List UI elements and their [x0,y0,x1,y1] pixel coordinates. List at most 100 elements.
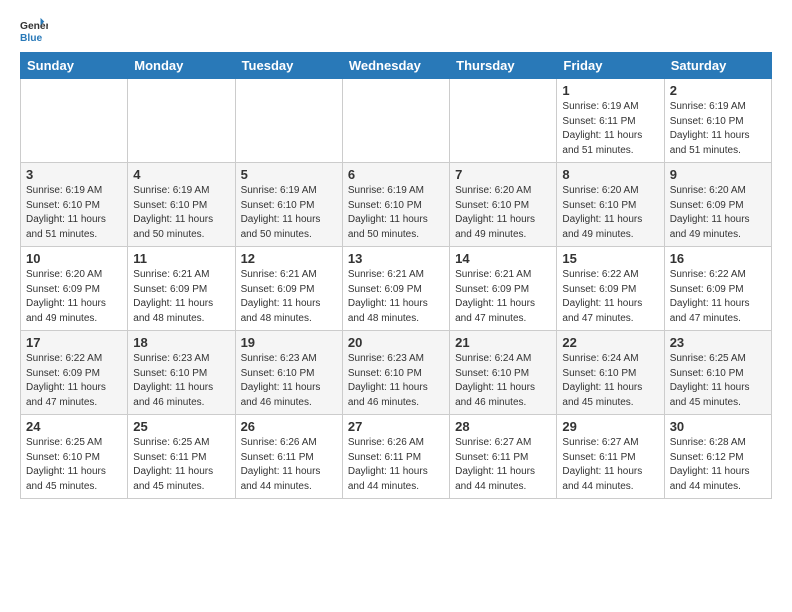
day-info: Sunrise: 6:19 AM Sunset: 6:10 PM Dayligh… [348,184,444,242]
calendar-week-row: 1Sunrise: 6:19 AM Sunset: 6:11 PM Daylig… [21,79,772,163]
day-info: Sunrise: 6:20 AM Sunset: 6:09 PM Dayligh… [670,184,766,242]
day-info: Sunrise: 6:21 AM Sunset: 6:09 PM Dayligh… [133,268,229,326]
day-info: Sunrise: 6:27 AM Sunset: 6:11 PM Dayligh… [562,436,658,494]
day-info: Sunrise: 6:27 AM Sunset: 6:11 PM Dayligh… [455,436,551,494]
calendar-cell: 27 Sunrise: 6:26 AM Sunset: 6:11 PM Dayli… [342,415,449,499]
calendar-cell: 18 Sunrise: 6:23 AM Sunset: 6:10 PM Dayli… [128,331,235,415]
calendar-cell: 24Sunrise: 6:25 AM Sunset: 6:10 PM Dayli… [21,415,128,499]
calendar-cell: 25 Sunrise: 6:25 AM Sunset: 6:11 PM Dayli… [128,415,235,499]
calendar-cell: 5Sunrise: 6:19 AM Sunset: 6:10 PM Daylig… [235,163,342,247]
calendar-cell [21,79,128,163]
calendar-cell: 11 Sunrise: 6:21 AM Sunset: 6:09 PM Dayli… [128,247,235,331]
calendar-cell [235,79,342,163]
day-info: Sunrise: 6:19 AM Sunset: 6:10 PM Dayligh… [26,184,122,242]
day-number: 14 [455,251,551,266]
calendar-cell: 2Sunrise: 6:19 AM Sunset: 6:10 PM Daylig… [664,79,771,163]
day-info: Sunrise: 6:25 AM Sunset: 6:10 PM Dayligh… [670,352,766,410]
day-number: 30 [670,419,766,434]
calendar-cell [450,79,557,163]
calendar-cell: 13 Sunrise: 6:21 AM Sunset: 6:09 PM Dayli… [342,247,449,331]
weekday-header: Friday [557,53,664,79]
day-number: 27 [348,419,444,434]
day-info: Sunrise: 6:25 AM Sunset: 6:11 PM Dayligh… [133,436,229,494]
calendar-cell: 22Sunrise: 6:24 AM Sunset: 6:10 PM Dayli… [557,331,664,415]
day-number: 19 [241,335,337,350]
day-number: 29 [562,419,658,434]
day-info: Sunrise: 6:22 AM Sunset: 6:09 PM Dayligh… [26,352,122,410]
day-number: 15 [562,251,658,266]
calendar-cell: 23 Sunrise: 6:25 AM Sunset: 6:10 PM Dayli… [664,331,771,415]
day-number: 16 [670,251,766,266]
day-number: 13 [348,251,444,266]
calendar-cell: 7 Sunrise: 6:20 AM Sunset: 6:10 PM Daylig… [450,163,557,247]
svg-text:General: General [20,21,48,32]
calendar-cell: 3 Sunrise: 6:19 AM Sunset: 6:10 PM Daylig… [21,163,128,247]
calendar: SundayMondayTuesdayWednesdayThursdayFrid… [20,52,772,499]
weekday-header: Monday [128,53,235,79]
calendar-week-row: 3 Sunrise: 6:19 AM Sunset: 6:10 PM Daylig… [21,163,772,247]
day-number: 18 [133,335,229,350]
calendar-cell: 21 Sunrise: 6:24 AM Sunset: 6:10 PM Dayli… [450,331,557,415]
day-info: Sunrise: 6:20 AM Sunset: 6:10 PM Dayligh… [455,184,551,242]
day-number: 7 [455,167,551,182]
calendar-cell [128,79,235,163]
day-info: Sunrise: 6:26 AM Sunset: 6:11 PM Dayligh… [241,436,337,494]
weekday-header: Saturday [664,53,771,79]
day-number: 10 [26,251,122,266]
calendar-cell: 15 Sunrise: 6:22 AM Sunset: 6:09 PM Dayli… [557,247,664,331]
logo: General Blue [20,16,48,44]
calendar-cell: 28 Sunrise: 6:27 AM Sunset: 6:11 PM Dayli… [450,415,557,499]
calendar-cell: 12 Sunrise: 6:21 AM Sunset: 6:09 PM Dayli… [235,247,342,331]
calendar-week-row: 17 Sunrise: 6:22 AM Sunset: 6:09 PM Dayli… [21,331,772,415]
day-info: Sunrise: 6:25 AM Sunset: 6:10 PM Dayligh… [26,436,122,494]
calendar-cell [342,79,449,163]
calendar-cell: 19Sunrise: 6:23 AM Sunset: 6:10 PM Dayli… [235,331,342,415]
svg-text:Blue: Blue [20,33,43,44]
calendar-cell: 8Sunrise: 6:20 AM Sunset: 6:10 PM Daylig… [557,163,664,247]
day-number: 12 [241,251,337,266]
day-number: 9 [670,167,766,182]
calendar-week-row: 10 Sunrise: 6:20 AM Sunset: 6:09 PM Dayli… [21,247,772,331]
day-info: Sunrise: 6:26 AM Sunset: 6:11 PM Dayligh… [348,436,444,494]
calendar-cell: 14 Sunrise: 6:21 AM Sunset: 6:09 PM Dayli… [450,247,557,331]
day-number: 20 [348,335,444,350]
day-info: Sunrise: 6:19 AM Sunset: 6:10 PM Dayligh… [133,184,229,242]
day-info: Sunrise: 6:24 AM Sunset: 6:10 PM Dayligh… [562,352,658,410]
weekday-header: Tuesday [235,53,342,79]
day-info: Sunrise: 6:21 AM Sunset: 6:09 PM Dayligh… [241,268,337,326]
day-number: 11 [133,251,229,266]
day-number: 17 [26,335,122,350]
calendar-cell: 6Sunrise: 6:19 AM Sunset: 6:10 PM Daylig… [342,163,449,247]
day-number: 28 [455,419,551,434]
day-info: Sunrise: 6:22 AM Sunset: 6:09 PM Dayligh… [562,268,658,326]
weekday-header: Wednesday [342,53,449,79]
day-number: 3 [26,167,122,182]
day-number: 2 [670,83,766,98]
page: General Blue SundayMondayTuesdayWednesda… [0,0,792,509]
calendar-cell: 16Sunrise: 6:22 AM Sunset: 6:09 PM Dayli… [664,247,771,331]
day-number: 21 [455,335,551,350]
calendar-cell: 17 Sunrise: 6:22 AM Sunset: 6:09 PM Dayli… [21,331,128,415]
day-info: Sunrise: 6:19 AM Sunset: 6:11 PM Dayligh… [562,100,658,158]
day-number: 26 [241,419,337,434]
day-info: Sunrise: 6:24 AM Sunset: 6:10 PM Dayligh… [455,352,551,410]
day-info: Sunrise: 6:28 AM Sunset: 6:12 PM Dayligh… [670,436,766,494]
day-info: Sunrise: 6:20 AM Sunset: 6:09 PM Dayligh… [26,268,122,326]
header-area: General Blue [20,16,772,44]
day-number: 5 [241,167,337,182]
calendar-cell: 26 Sunrise: 6:26 AM Sunset: 6:11 PM Dayli… [235,415,342,499]
weekday-header: Sunday [21,53,128,79]
day-info: Sunrise: 6:23 AM Sunset: 6:10 PM Dayligh… [348,352,444,410]
calendar-cell: 30 Sunrise: 6:28 AM Sunset: 6:12 PM Dayli… [664,415,771,499]
calendar-cell: 4 Sunrise: 6:19 AM Sunset: 6:10 PM Daylig… [128,163,235,247]
day-info: Sunrise: 6:20 AM Sunset: 6:10 PM Dayligh… [562,184,658,242]
day-info: Sunrise: 6:23 AM Sunset: 6:10 PM Dayligh… [133,352,229,410]
day-number: 23 [670,335,766,350]
day-number: 25 [133,419,229,434]
logo-icon: General Blue [20,16,48,44]
day-info: Sunrise: 6:21 AM Sunset: 6:09 PM Dayligh… [348,268,444,326]
calendar-cell: 20 Sunrise: 6:23 AM Sunset: 6:10 PM Dayli… [342,331,449,415]
calendar-header-row: SundayMondayTuesdayWednesdayThursdayFrid… [21,53,772,79]
day-number: 4 [133,167,229,182]
day-info: Sunrise: 6:21 AM Sunset: 6:09 PM Dayligh… [455,268,551,326]
